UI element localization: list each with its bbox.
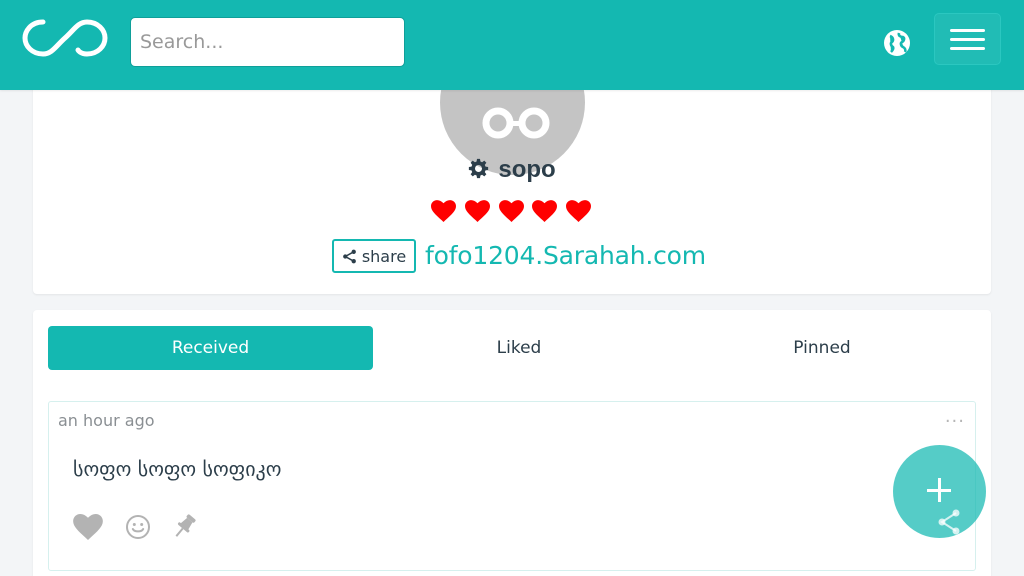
pin-button[interactable] (169, 512, 199, 542)
message-text: სოფო სოფო სოფიკო (73, 457, 282, 481)
like-button[interactable] (73, 512, 103, 542)
tab-pinned[interactable]: Pinned (665, 326, 979, 370)
tab-label: Liked (496, 338, 542, 358)
gear-icon[interactable] (468, 158, 489, 179)
heart-icon (464, 200, 490, 222)
share-button-label: share (361, 246, 407, 266)
search-input[interactable] (130, 17, 405, 67)
message-tabs: Received Liked Pinned (48, 326, 976, 370)
menu-bar-bottom (950, 47, 985, 50)
message-item: an hour ago ... სოფო სოფო სოფიკო (48, 401, 976, 571)
plus-icon-bar (927, 489, 951, 492)
username-row: sopo (33, 156, 991, 184)
heart-icon (431, 200, 456, 222)
top-navbar (0, 0, 1024, 90)
react-button[interactable] (123, 512, 153, 542)
tab-label: Pinned (793, 338, 851, 358)
heart-icon (498, 200, 524, 222)
menu-bar-top (950, 29, 985, 32)
globe-icon[interactable] (882, 28, 912, 58)
hamburger-menu-button[interactable] (934, 13, 1001, 65)
messages-card: Received Liked Pinned an hour ago ... სო… (33, 310, 991, 576)
smiley-icon (126, 515, 150, 539)
profile-card: sopo share fofo1204.Sarahah.com (33, 30, 991, 294)
share-button[interactable]: share (332, 239, 416, 273)
heart-icon (73, 514, 103, 540)
more-options-icon[interactable]: ... (945, 408, 965, 426)
infinity-logo-icon[interactable] (22, 16, 108, 60)
profile-link[interactable]: fofo1204.Sarahah.com (425, 241, 706, 270)
profile-username: sopo (498, 156, 556, 183)
rating-hearts (431, 200, 591, 224)
share-icon[interactable] (936, 508, 962, 536)
tab-received[interactable]: Received (48, 326, 373, 370)
heart-icon (566, 200, 591, 222)
tab-label: Received (171, 338, 250, 358)
message-timestamp: an hour ago (58, 411, 155, 430)
share-icon (342, 249, 356, 263)
menu-bar-middle (950, 38, 985, 41)
pin-icon (175, 514, 196, 537)
tab-liked[interactable]: Liked (373, 326, 665, 370)
heart-icon (532, 200, 558, 222)
